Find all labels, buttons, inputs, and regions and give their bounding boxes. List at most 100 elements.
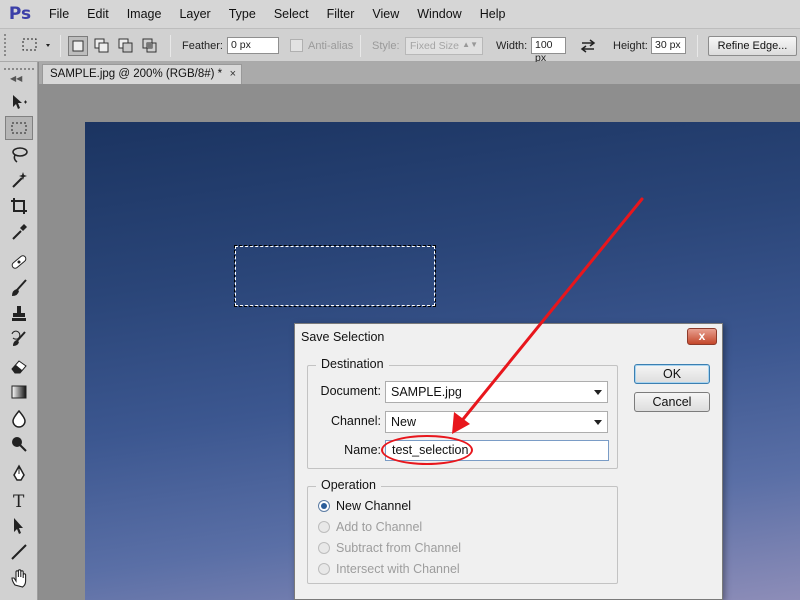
document-tab[interactable]: SAMPLE.jpg @ 200% (RGB/8#) * × bbox=[42, 64, 242, 84]
new-channel-option[interactable]: New Channel bbox=[318, 497, 411, 515]
width-input[interactable]: 100 px bbox=[531, 37, 566, 64]
subtract-from-channel-option[interactable]: Subtract from Channel bbox=[318, 539, 461, 557]
menu-select[interactable]: Select bbox=[265, 0, 318, 28]
dodge-icon bbox=[12, 437, 27, 452]
gradient-icon bbox=[11, 385, 27, 399]
height-input[interactable]: 30 px bbox=[651, 37, 686, 54]
radio-button[interactable] bbox=[318, 542, 330, 554]
lasso-tool[interactable] bbox=[5, 142, 33, 166]
dropdown-arrow-icon bbox=[594, 420, 602, 425]
options-bar: Feather: 0 px Anti-alias Style: Fixed Si… bbox=[0, 28, 800, 64]
name-label: Name: bbox=[344, 443, 381, 457]
pen-tool[interactable] bbox=[5, 462, 33, 486]
collapse-arrows-icon[interactable]: ◀◀ bbox=[10, 74, 22, 83]
clone-stamp-tool[interactable] bbox=[5, 302, 33, 326]
crop-tool[interactable] bbox=[5, 194, 33, 218]
hand-tool[interactable] bbox=[5, 566, 33, 590]
options-bar-grip[interactable] bbox=[4, 34, 8, 56]
marquee-preset-icon bbox=[22, 38, 50, 51]
add-to-selection-button[interactable] bbox=[92, 36, 112, 56]
channel-select[interactable]: New bbox=[385, 411, 608, 433]
eraser-icon bbox=[11, 360, 27, 374]
document-tab-title: SAMPLE.jpg @ 200% (RGB/8#) * bbox=[50, 68, 223, 80]
radio-label: Subtract from Channel bbox=[336, 541, 462, 555]
menu-image[interactable]: Image bbox=[118, 0, 171, 28]
crop-icon bbox=[11, 198, 27, 214]
healing-brush-tool[interactable] bbox=[5, 250, 33, 274]
style-select[interactable]: Fixed Size ▲▼ bbox=[405, 37, 483, 55]
close-tab-icon[interactable]: × bbox=[230, 65, 236, 84]
eyedropper-icon bbox=[12, 224, 27, 240]
save-selection-dialog: Save Selection x Destination Document: S… bbox=[294, 323, 723, 600]
operation-group: Operation New Channel Add to Channel Sub… bbox=[307, 478, 618, 584]
menu-edit[interactable]: Edit bbox=[78, 0, 118, 28]
blur-drop-icon bbox=[12, 409, 26, 428]
stamp-icon bbox=[12, 306, 26, 321]
swap-width-height-button[interactable] bbox=[578, 37, 598, 58]
menu-window[interactable]: Window bbox=[408, 0, 470, 28]
eraser-tool[interactable] bbox=[5, 354, 33, 378]
add-to-selection-icon bbox=[94, 38, 109, 53]
menu-view[interactable]: View bbox=[363, 0, 408, 28]
eyedropper-tool[interactable] bbox=[5, 220, 33, 244]
hand-icon bbox=[11, 569, 27, 588]
new-selection-icon bbox=[72, 40, 84, 52]
intersect-selection-button[interactable] bbox=[140, 36, 160, 56]
selection-marquee bbox=[234, 245, 436, 307]
menu-filter[interactable]: Filter bbox=[318, 0, 364, 28]
menu-type[interactable]: Type bbox=[220, 0, 265, 28]
line-tool[interactable] bbox=[5, 540, 33, 564]
intersect-with-channel-option[interactable]: Intersect with Channel bbox=[318, 560, 460, 578]
menu-help[interactable]: Help bbox=[471, 0, 515, 28]
feather-input[interactable]: 0 px bbox=[227, 37, 279, 54]
feather-label: Feather: bbox=[182, 40, 223, 52]
brush-icon bbox=[12, 279, 27, 296]
refine-edge-button[interactable]: Refine Edge... bbox=[708, 36, 797, 56]
ok-button[interactable]: OK bbox=[634, 364, 710, 384]
height-label: Height: bbox=[613, 40, 648, 52]
magic-wand-tool[interactable] bbox=[5, 168, 33, 192]
radio-button[interactable] bbox=[318, 563, 330, 575]
close-icon: x bbox=[698, 329, 706, 343]
swap-arrows-icon bbox=[580, 39, 596, 53]
toolbox-grip[interactable] bbox=[4, 68, 34, 70]
photoshop-logo: Ps bbox=[8, 4, 32, 24]
add-to-channel-option[interactable]: Add to Channel bbox=[318, 518, 422, 536]
brush-tool[interactable] bbox=[5, 276, 33, 300]
new-selection-button[interactable] bbox=[68, 36, 88, 56]
document-tab-strip: SAMPLE.jpg @ 200% (RGB/8#) * × bbox=[39, 62, 800, 84]
menu-layer[interactable]: Layer bbox=[170, 0, 219, 28]
rectangular-marquee-icon bbox=[11, 122, 27, 134]
dialog-title-bar: Save Selection x bbox=[295, 324, 722, 350]
type-icon: T bbox=[13, 492, 25, 510]
type-tool[interactable]: T bbox=[5, 488, 33, 512]
history-brush-tool[interactable] bbox=[5, 328, 33, 352]
anti-alias-checkbox[interactable] bbox=[290, 39, 303, 52]
path-selection-tool[interactable] bbox=[5, 514, 33, 538]
document-label: Document: bbox=[320, 384, 381, 398]
radio-label: New Channel bbox=[336, 499, 412, 513]
blur-tool[interactable] bbox=[5, 406, 33, 430]
pen-icon bbox=[13, 464, 25, 481]
width-label: Width: bbox=[496, 40, 528, 52]
history-brush-icon bbox=[11, 330, 26, 346]
dodge-tool[interactable] bbox=[5, 432, 33, 456]
toolbox: ◀◀ T bbox=[0, 62, 38, 600]
tool-preset-picker[interactable] bbox=[20, 36, 54, 57]
move-icon bbox=[13, 95, 27, 109]
dialog-close-button[interactable]: x bbox=[687, 328, 717, 345]
radio-button-selected[interactable] bbox=[318, 500, 330, 512]
subtract-from-selection-button[interactable] bbox=[116, 36, 136, 56]
path-selection-arrow-icon bbox=[14, 518, 23, 534]
magic-wand-icon bbox=[12, 172, 27, 188]
menu-bar: Ps File Edit Image Layer Type Select Fil… bbox=[0, 0, 800, 28]
cancel-button[interactable]: Cancel bbox=[634, 392, 710, 412]
move-tool[interactable] bbox=[5, 90, 33, 114]
intersect-selection-icon bbox=[142, 38, 157, 53]
document-select[interactable]: SAMPLE.jpg bbox=[385, 381, 608, 403]
rectangular-marquee-tool[interactable] bbox=[5, 116, 33, 140]
document-select-value: SAMPLE.jpg bbox=[391, 385, 462, 399]
radio-button[interactable] bbox=[318, 521, 330, 533]
gradient-tool[interactable] bbox=[5, 380, 33, 404]
menu-file[interactable]: File bbox=[40, 0, 78, 28]
